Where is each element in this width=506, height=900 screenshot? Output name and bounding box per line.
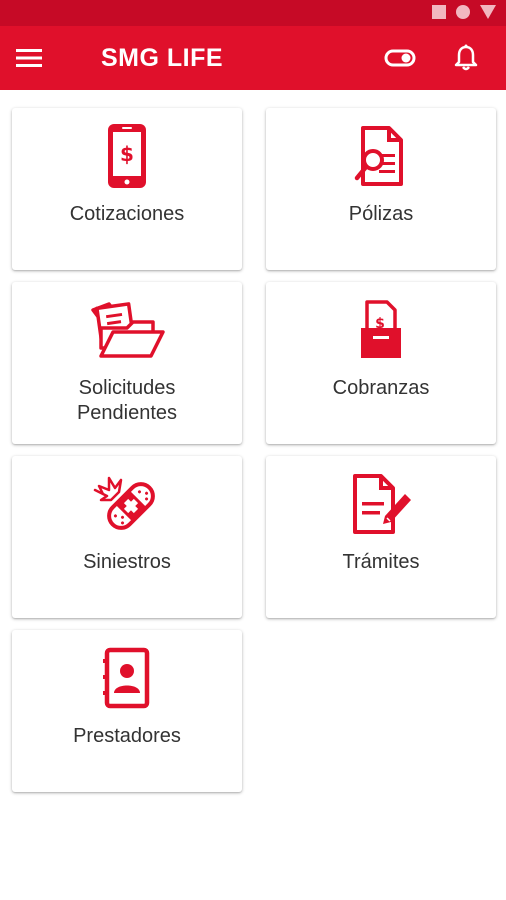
- tile-tramites[interactable]: Trámites: [266, 456, 496, 618]
- menu-button[interactable]: [16, 42, 64, 74]
- tile-label: Solicitudes Pendientes: [76, 377, 178, 424]
- tile-polizas[interactable]: Pólizas: [266, 108, 496, 270]
- status-bar: [0, 0, 506, 26]
- circle-icon: [456, 5, 470, 19]
- app-title: SMG LIFE: [101, 44, 224, 72]
- tile-label: Cotizaciones: [69, 203, 185, 225]
- policy-search-icon: [354, 126, 403, 186]
- svg-text:$: $: [120, 142, 134, 166]
- bandage-icon: [93, 476, 155, 530]
- square-icon: [432, 5, 446, 19]
- tile-prestadores[interactable]: Prestadores: [12, 630, 242, 792]
- bell-icon: [454, 44, 478, 71]
- tile-label: Pólizas: [348, 203, 414, 225]
- triangle-icon: [480, 5, 496, 19]
- folder-documents-icon: [91, 302, 165, 358]
- phone-dollar-icon: $: [108, 124, 146, 188]
- tile-label: Cobranzas: [332, 377, 430, 399]
- notifications-button[interactable]: [446, 40, 486, 76]
- tile-label: Siniestros: [83, 551, 171, 573]
- tile-label: Trámites: [342, 551, 420, 573]
- tile-cotizaciones[interactable]: $ Cotizaciones: [12, 108, 242, 270]
- tile-label: Prestadores: [73, 725, 181, 747]
- tile-siniestros[interactable]: Siniestros: [12, 456, 242, 618]
- contact-book-icon: [103, 647, 150, 709]
- tile-cobranzas[interactable]: $ Cobranzas: [266, 282, 496, 444]
- menu-icon: [16, 49, 42, 67]
- payment-box-icon: $: [361, 300, 401, 358]
- document-edit-icon: [353, 474, 411, 534]
- tile-solicitudes-pendientes[interactable]: Solicitudes Pendientes: [12, 282, 242, 444]
- status-icons: [432, 5, 496, 19]
- toggle-button[interactable]: [378, 42, 422, 74]
- app-bar: SMG LIFE: [0, 26, 506, 90]
- toggle-icon: [384, 49, 416, 67]
